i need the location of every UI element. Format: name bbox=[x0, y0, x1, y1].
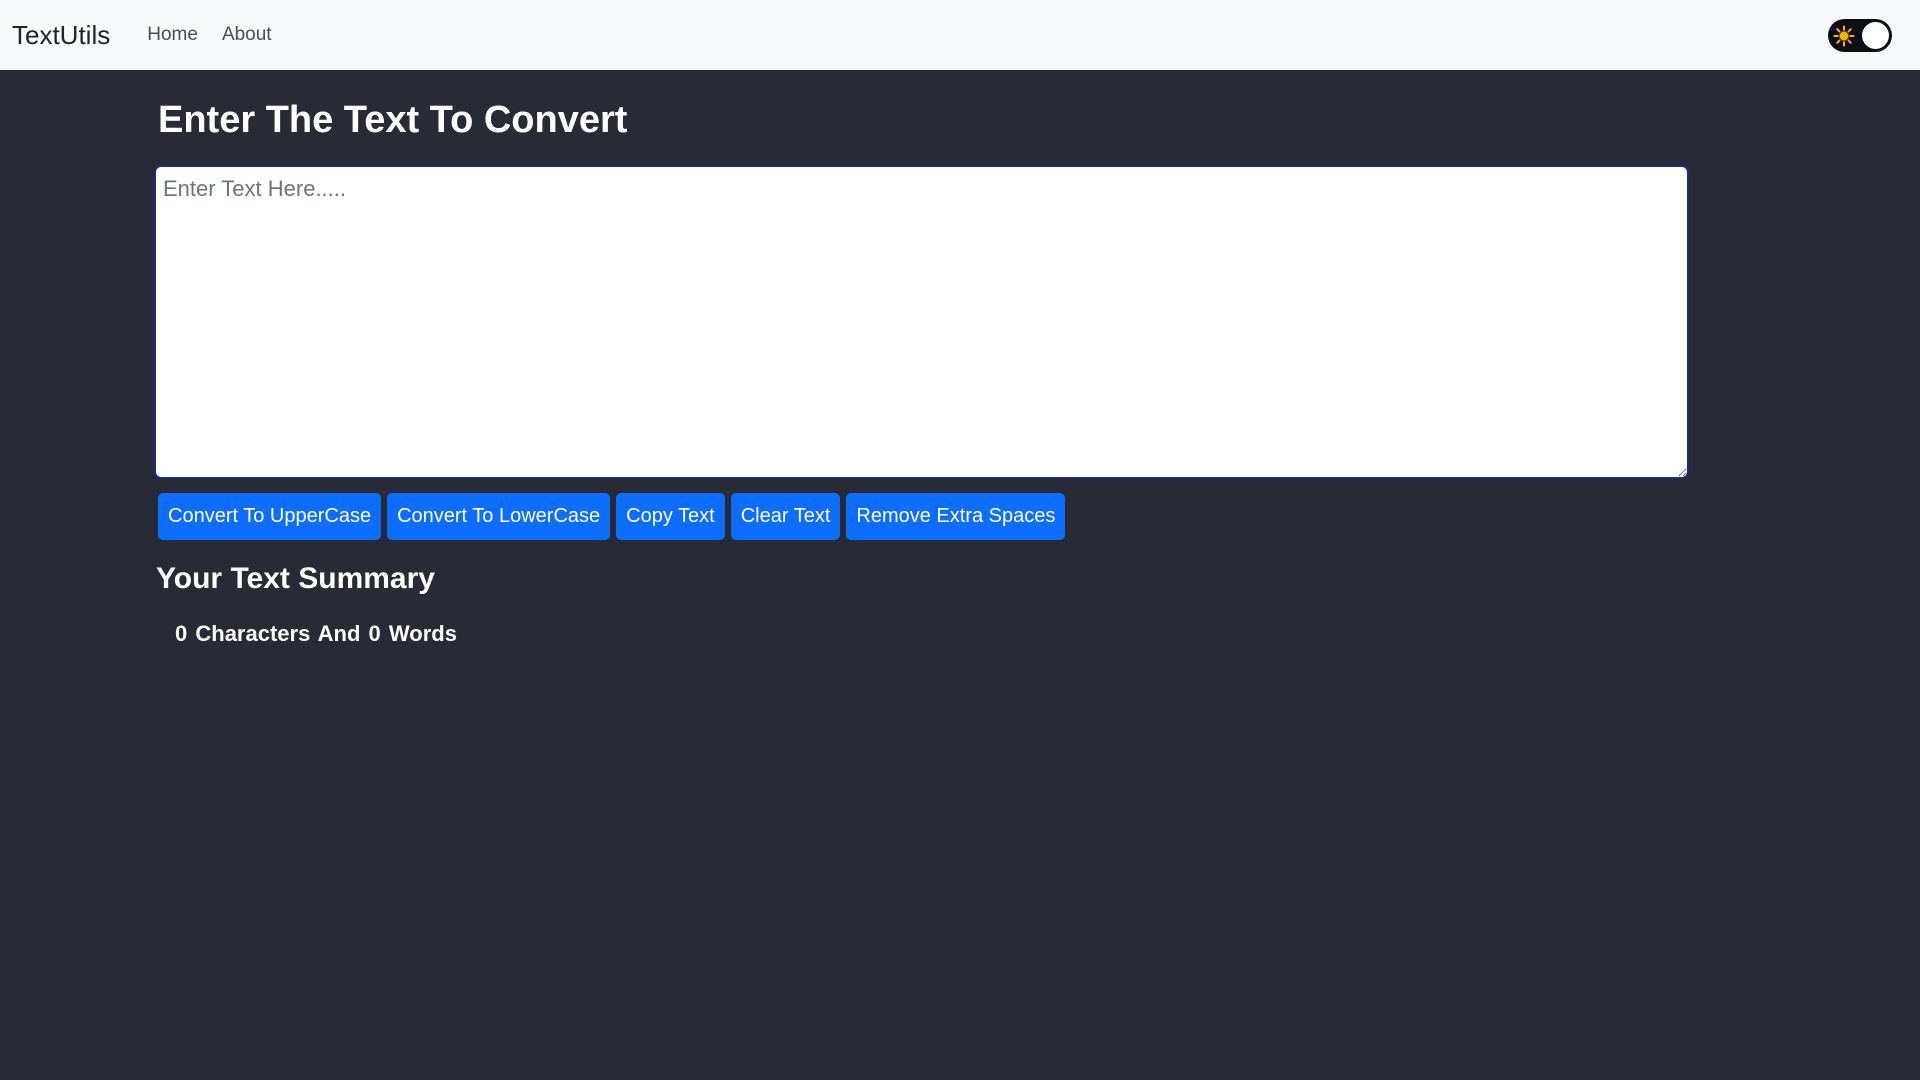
uppercase-button[interactable]: Convert To UpperCase bbox=[158, 493, 382, 540]
action-buttons: Convert To UpperCase Convert To LowerCas… bbox=[158, 493, 1689, 540]
lowercase-button[interactable]: Convert To LowerCase bbox=[387, 493, 611, 540]
word-count: 0 bbox=[368, 621, 381, 646]
sun-icon bbox=[1833, 25, 1855, 47]
character-count: 0 bbox=[175, 621, 188, 646]
characters-label: Characters And bbox=[195, 621, 361, 646]
main-content: Enter The Text To Convert Convert To Upp… bbox=[154, 70, 1689, 647]
words-label: Words bbox=[388, 621, 457, 646]
nav-link-about[interactable]: About bbox=[222, 24, 272, 46]
summary-heading: Your Text Summary bbox=[156, 562, 435, 595]
toggle-knob bbox=[1862, 22, 1889, 49]
remove-extra-spaces-button[interactable]: Remove Extra Spaces bbox=[846, 493, 1066, 540]
copy-text-button[interactable]: Copy Text bbox=[616, 493, 725, 540]
text-input[interactable] bbox=[154, 165, 1689, 479]
clear-text-button[interactable]: Clear Text bbox=[730, 493, 841, 540]
navbar: TextUtils Home About bbox=[0, 0, 1920, 70]
brand-link[interactable]: TextUtils bbox=[12, 20, 110, 51]
text-summary: 0 Characters And 0 Words bbox=[175, 621, 1689, 647]
nav-link-home[interactable]: Home bbox=[147, 24, 198, 46]
dark-mode-toggle[interactable] bbox=[1828, 19, 1892, 52]
page-title: Enter The Text To Convert bbox=[158, 99, 628, 141]
